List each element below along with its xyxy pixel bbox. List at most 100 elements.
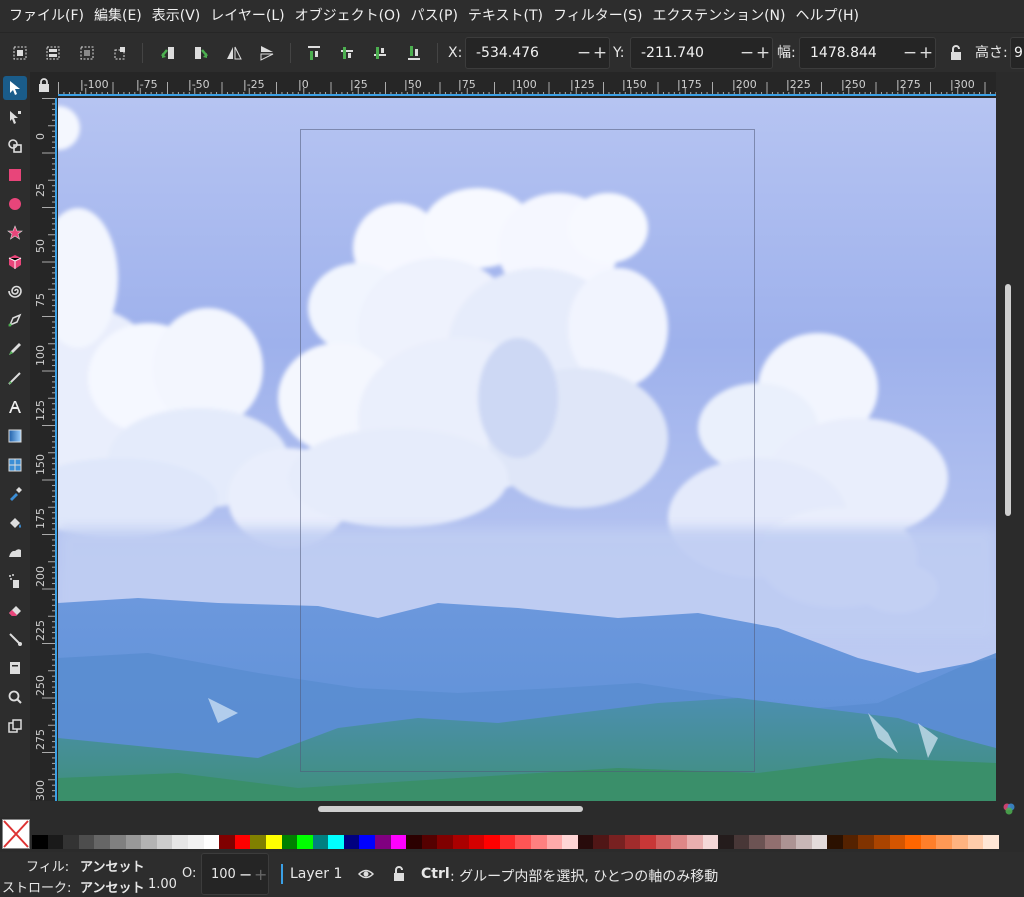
color-swatch[interactable]	[624, 835, 641, 849]
select-all-icon[interactable]	[8, 41, 32, 65]
color-swatch[interactable]	[780, 835, 797, 849]
y-spinbox[interactable]: -211.740 − +	[630, 37, 773, 69]
color-swatch[interactable]	[453, 835, 469, 849]
clone-tool-icon[interactable]	[3, 714, 27, 738]
x-increment-button[interactable]: +	[592, 38, 608, 68]
calligraphy-tool-icon[interactable]	[3, 366, 27, 390]
color-swatch[interactable]	[406, 835, 422, 849]
pen-tool-icon[interactable]	[3, 308, 27, 332]
color-manage-icon[interactable]	[1000, 802, 1018, 816]
stroke-width-value[interactable]: 1.00	[148, 877, 177, 892]
paint-bucket-tool-icon[interactable]	[3, 511, 27, 535]
color-swatch[interactable]	[936, 835, 953, 849]
spray-tool-icon[interactable]	[3, 569, 27, 593]
menu-file[interactable]: ファイル(F)	[4, 0, 89, 32]
color-swatch[interactable]	[94, 835, 110, 849]
color-swatch[interactable]	[671, 835, 687, 849]
color-swatch[interactable]	[390, 835, 407, 849]
color-swatch[interactable]	[281, 835, 298, 849]
raise-icon[interactable]	[335, 41, 359, 65]
menu-object[interactable]: オブジェクト(O)	[290, 0, 406, 32]
3d-box-tool-icon[interactable]	[3, 250, 27, 274]
deselect-icon[interactable]	[75, 41, 99, 65]
menu-extensions[interactable]: エクステンション(N)	[648, 0, 791, 32]
color-swatch[interactable]	[172, 835, 188, 849]
color-swatch[interactable]	[983, 835, 999, 849]
menu-layer[interactable]: レイヤー(L)	[205, 0, 289, 32]
color-swatch[interactable]	[655, 835, 672, 849]
mesh-tool-icon[interactable]	[3, 453, 27, 477]
stroke-value[interactable]: アンセット	[80, 877, 144, 896]
color-swatch[interactable]	[265, 835, 282, 849]
horizontal-scrollbar-thumb[interactable]	[318, 806, 583, 812]
ruler-lock-icon[interactable]	[30, 72, 58, 98]
vertical-scrollbar-thumb[interactable]	[1005, 284, 1011, 516]
color-swatch[interactable]	[593, 835, 609, 849]
color-swatch[interactable]	[764, 835, 781, 849]
color-swatch[interactable]	[312, 835, 329, 849]
vertical-scrollbar[interactable]	[996, 98, 1024, 801]
color-swatch[interactable]	[47, 835, 64, 849]
color-swatch[interactable]	[32, 835, 48, 849]
pencil-tool-icon[interactable]	[3, 337, 27, 361]
shape-builder-tool-icon[interactable]	[3, 134, 27, 158]
color-swatch[interactable]	[484, 835, 500, 849]
layer-lock-icon[interactable]	[392, 866, 406, 882]
color-swatch[interactable]	[827, 835, 843, 849]
menu-view[interactable]: 表示(V)	[147, 0, 206, 32]
fill-value[interactable]: アンセット	[80, 856, 144, 875]
y-value[interactable]: -211.740	[641, 38, 704, 68]
width-spinbox[interactable]: 1478.844 − +	[799, 37, 936, 69]
select-all-layers-icon[interactable]	[41, 41, 65, 65]
color-swatch[interactable]	[468, 835, 485, 849]
color-swatch[interactable]	[546, 835, 563, 849]
menu-help[interactable]: ヘルプ(H)	[791, 0, 864, 32]
color-swatch[interactable]	[63, 835, 79, 849]
color-swatch[interactable]	[733, 835, 750, 849]
color-swatch[interactable]	[686, 835, 703, 849]
color-swatch[interactable]	[874, 835, 890, 849]
y-increment-button[interactable]: +	[755, 38, 771, 68]
color-swatch[interactable]	[920, 835, 937, 849]
eraser-tool-icon[interactable]	[3, 598, 27, 622]
current-layer-name[interactable]: Layer 1	[290, 866, 342, 882]
select-same-icon[interactable]	[108, 41, 132, 65]
color-swatch[interactable]	[858, 835, 875, 849]
lower-to-bottom-icon[interactable]	[402, 41, 426, 65]
color-swatch[interactable]	[967, 835, 984, 849]
width-decrement-button[interactable]: −	[902, 38, 918, 68]
spiral-tool-icon[interactable]	[3, 279, 27, 303]
lock-ratio-icon[interactable]	[944, 41, 968, 65]
raise-to-top-icon[interactable]	[302, 41, 326, 65]
no-paint-swatch[interactable]	[2, 819, 30, 849]
color-swatch[interactable]	[640, 835, 656, 849]
lower-icon[interactable]	[368, 41, 392, 65]
opacity-value[interactable]: 100	[211, 867, 236, 882]
selector-tool-icon[interactable]	[3, 76, 27, 100]
rectangle-tool-icon[interactable]	[3, 163, 27, 187]
color-swatch[interactable]	[531, 835, 547, 849]
y-decrement-button[interactable]: −	[739, 38, 755, 68]
color-swatch[interactable]	[250, 835, 266, 849]
width-value[interactable]: 1478.844	[810, 38, 877, 68]
star-tool-icon[interactable]	[3, 221, 27, 245]
node-tool-icon[interactable]	[3, 105, 27, 129]
color-swatch[interactable]	[78, 835, 95, 849]
vertical-ruler[interactable]: 0 25 50 75 100 125 150 175 200 225 250 2…	[30, 98, 58, 801]
color-swatch[interactable]	[608, 835, 625, 849]
rotate-ccw-icon[interactable]	[156, 41, 180, 65]
horizontal-ruler[interactable]: |-100 |-75 |-50 |-25 |0 |25 |50 |75 |100…	[58, 72, 996, 98]
color-swatch[interactable]	[562, 835, 578, 849]
eye-icon[interactable]	[357, 867, 375, 881]
color-swatch[interactable]	[702, 835, 719, 849]
zoom-tool-icon[interactable]	[3, 685, 27, 709]
text-tool-icon[interactable]	[3, 395, 27, 419]
color-swatch[interactable]	[842, 835, 859, 849]
flip-vertical-icon[interactable]	[255, 41, 279, 65]
menu-edit[interactable]: 編集(E)	[89, 0, 147, 32]
color-swatch[interactable]	[889, 835, 906, 849]
flip-horizontal-icon[interactable]	[222, 41, 246, 65]
color-swatch[interactable]	[577, 835, 594, 849]
menu-text[interactable]: テキスト(T)	[463, 0, 548, 32]
opacity-increment-button[interactable]: +	[254, 865, 267, 884]
